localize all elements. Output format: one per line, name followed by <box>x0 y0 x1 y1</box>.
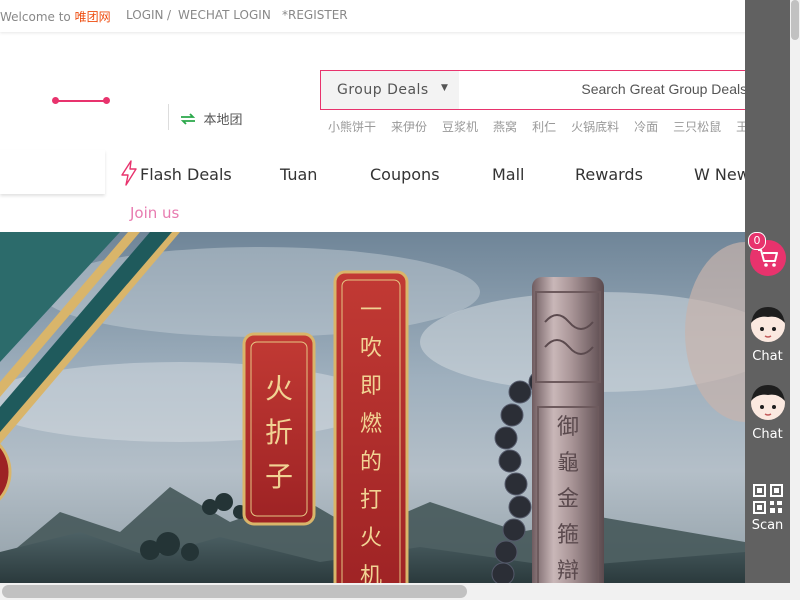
banner-char: 火 <box>264 372 293 405</box>
vertical-scrollbar[interactable] <box>790 0 800 600</box>
engraving-char: 金 <box>556 487 579 512</box>
hot-word-link[interactable]: 利仁 <box>532 120 556 134</box>
hot-word-link[interactable]: 三只松鼠 <box>673 120 721 134</box>
nav-rewards[interactable]: Rewards <box>575 165 643 184</box>
hero-banner[interactable]: 火 折 子 一 吹 即 燃 的 打 火 机 御 龜 金 箍 辯 <box>0 232 745 600</box>
horizontal-scroll-thumb[interactable] <box>2 585 467 598</box>
banner-char: 即 <box>359 374 382 399</box>
deal-type-select[interactable]: Group Deals ▼ <box>321 71 459 109</box>
logo-dot-left <box>52 97 59 104</box>
banner-tag-short: 火 折 子 <box>244 367 314 499</box>
search-input[interactable] <box>461 72 757 106</box>
wechat-login-link[interactable]: WECHAT LOGIN <box>178 8 271 22</box>
chat-button-1[interactable]: Chat <box>745 305 790 364</box>
chat-label-2: Chat <box>752 427 783 442</box>
location-label: 本地团 <box>203 113 243 128</box>
banner-char: 一 <box>359 298 382 323</box>
horizontal-scrollbar[interactable] <box>0 583 790 600</box>
location-divider <box>168 104 169 130</box>
hot-word-link[interactable]: 冷面 <box>634 120 658 134</box>
cart-button[interactable]: 0 <box>745 232 790 276</box>
nav-tuan[interactable]: Tuan <box>280 165 317 184</box>
cart-icon <box>758 249 778 267</box>
location-switch[interactable]: 本地团 <box>180 109 243 128</box>
flash-bolt-icon <box>121 160 137 186</box>
banner-char: 燃 <box>359 412 382 437</box>
vertical-scroll-thumb[interactable] <box>791 0 799 40</box>
register-link[interactable]: *REGISTER <box>282 8 348 22</box>
nav-flash-deals[interactable]: Flash Deals <box>140 165 232 184</box>
search-bar: Group Deals ▼ <box>320 70 760 110</box>
banner-char: 火 <box>359 526 382 551</box>
hot-word-link[interactable]: 豆浆机 <box>442 120 478 134</box>
hot-words: 小熊饼干 来伊份 豆浆机 燕窝 利仁 火锅底料 冷面 三只松鼠王 <box>328 118 758 136</box>
chat-avatar-icon <box>750 307 785 342</box>
engraving-char: 箍 <box>556 523 579 548</box>
login-link[interactable]: LOGIN <box>126 8 164 22</box>
engraving-char: 御 <box>556 415 579 440</box>
chat-button-2[interactable]: Chat <box>745 383 790 442</box>
scan-button[interactable]: Scan <box>745 484 790 533</box>
nav-w-new[interactable]: W New <box>694 165 750 184</box>
banner-char: 折 <box>264 416 293 449</box>
hot-word-link[interactable]: 燕窝 <box>493 120 517 134</box>
brand-link[interactable]: 唯团网 <box>75 10 111 24</box>
banner-engraving: 御 龜 金 箍 辯 <box>548 410 588 590</box>
welcome-prefix: Welcome to <box>0 10 75 24</box>
login-separator: / <box>167 8 172 22</box>
banner-char: 子 <box>264 460 293 493</box>
welcome-text: Welcome to 唯团网 <box>0 8 111 25</box>
top-bar: Welcome to 唯团网 LOGIN / WECHAT LOGIN *REG… <box>0 0 800 32</box>
banner-char: 打 <box>359 488 382 513</box>
chat-label-1: Chat <box>752 349 783 364</box>
caret-down-icon: ▼ <box>441 83 449 93</box>
logo-line <box>55 100 107 102</box>
nav-mall[interactable]: Mall <box>492 165 525 184</box>
scan-label: Scan <box>751 518 784 533</box>
nav-coupons[interactable]: Coupons <box>370 165 440 184</box>
banner-char: 的 <box>359 450 382 475</box>
hot-word-link[interactable]: 来伊份 <box>391 120 427 134</box>
cart-count-badge: 0 <box>748 232 766 250</box>
engraving-char: 龜 <box>556 451 579 476</box>
banner-char: 吹 <box>359 336 382 361</box>
swap-icon <box>180 113 201 128</box>
category-menu-tab[interactable] <box>0 150 105 194</box>
logo-dot-right <box>103 97 110 104</box>
hot-word-link[interactable]: 小熊饼干 <box>328 120 376 134</box>
qr-code-icon <box>752 484 783 514</box>
banner-tag-long: 一 吹 即 燃 的 打 火 机 <box>335 292 407 596</box>
hot-word-link[interactable]: 火锅底料 <box>571 120 619 134</box>
deal-type-label: Group Deals <box>337 82 429 98</box>
right-sidebar: 0 Chat Chat Scan <box>745 0 790 583</box>
chat-avatar-icon <box>750 385 785 420</box>
join-us-link[interactable]: Join us <box>130 204 179 222</box>
